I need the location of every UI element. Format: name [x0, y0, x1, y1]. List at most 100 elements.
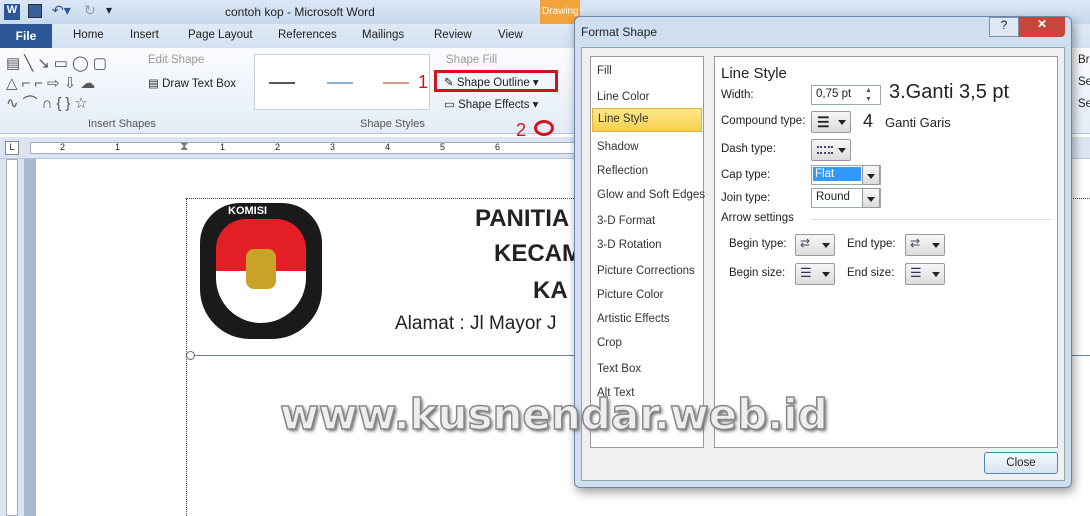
nav-glow[interactable]: Glow and Soft Edges — [597, 189, 705, 201]
garuda-emblem — [246, 249, 276, 289]
cap-type-select[interactable]: Flat — [811, 165, 881, 185]
end-size-label: End size: — [847, 267, 895, 279]
dash-type-dropdown[interactable] — [811, 139, 851, 161]
nav-line-style[interactable]: Line Style — [592, 108, 702, 132]
join-type-label: Join type: — [721, 192, 771, 204]
shape-fill-button[interactable]: Shape Fill — [446, 54, 497, 66]
compound-type-dropdown[interactable]: ☰ — [811, 111, 851, 133]
dash-type-label: Dash type: — [721, 143, 776, 155]
begin-size-dropdown[interactable]: ☰ — [795, 263, 835, 285]
compound-line-icon: ☰ — [817, 114, 830, 130]
join-type-select[interactable]: Round — [811, 188, 881, 208]
text-box-icon: ▤ — [148, 78, 163, 90]
dash-icon — [817, 146, 833, 154]
pencil-icon: ✎ — [444, 77, 457, 89]
ruler-label: 6 — [495, 142, 501, 152]
close-button[interactable]: Close — [984, 452, 1058, 474]
nav-line-color[interactable]: Line Color — [597, 91, 649, 103]
logo-text-top: KOMISI — [228, 205, 268, 217]
cap-type-label: Cap type: — [721, 169, 771, 181]
end-type-dropdown[interactable]: ⇄ — [905, 234, 945, 256]
begin-type-dropdown[interactable]: ⇄ — [795, 234, 835, 256]
watermark: www.kusnendar.web.id — [279, 389, 828, 440]
shape-effects-label: Shape Effects — [458, 99, 530, 111]
annotation-step-3: 3.Ganti 3,5 pt — [889, 81, 1010, 103]
width-spinner[interactable]: ▲ ▼ — [865, 86, 872, 104]
nav-3d-rotation[interactable]: 3-D Rotation — [597, 239, 662, 251]
shape-styles-group-label: Shape Styles — [360, 118, 425, 130]
ruler-label: 2 — [60, 142, 66, 152]
ruler-label: 2 — [275, 142, 281, 152]
annotation-step-4-number: 4 — [863, 111, 874, 131]
arrow-settings-heading: Arrow settings — [721, 212, 794, 224]
nav-fill[interactable]: Fill — [597, 65, 612, 77]
ruler-label: 1 — [220, 142, 226, 152]
nav-picture-color[interactable]: Picture Color — [597, 289, 663, 301]
size-icon: ☰ — [800, 265, 812, 280]
tab-view[interactable]: View — [498, 29, 523, 41]
close-icon: ✕ — [1036, 17, 1048, 31]
draw-text-box-label: Draw Text Box — [162, 78, 236, 90]
shape-outline-label: Shape Outline — [456, 77, 530, 89]
width-label: Width: — [721, 89, 754, 101]
doc-line-3: KA — [533, 277, 568, 304]
doc-line-1: PANITIA — [475, 205, 570, 232]
nav-shadow[interactable]: Shadow — [597, 141, 639, 153]
ruler-label: 1 — [115, 142, 121, 152]
tab-mailings[interactable]: Mailings — [362, 29, 404, 41]
doc-line-2: KECAM — [494, 240, 574, 267]
begin-type-label: Begin type: — [729, 238, 787, 250]
vertical-ruler[interactable] — [0, 159, 24, 516]
size-icon: ☰ — [910, 265, 922, 280]
help-button[interactable]: ? — [989, 17, 1019, 37]
undo-icon[interactable]: ↶▾ — [52, 2, 71, 19]
nav-reflection[interactable]: Reflection — [597, 165, 648, 177]
ribbon-partial-item[interactable]: Se — [1078, 98, 1090, 110]
close-x-button[interactable]: ✕ — [1019, 17, 1065, 37]
cap-type-value: Flat — [813, 167, 861, 181]
ribbon-partial-item[interactable]: Br — [1078, 54, 1090, 66]
indent-marker[interactable]: ⧗ — [180, 139, 188, 154]
redo-icon[interactable]: ↻ — [84, 2, 96, 19]
panel-heading: Line Style — [721, 65, 787, 82]
arrow-icon: ⇄ — [800, 236, 811, 250]
save-icon[interactable] — [28, 4, 42, 18]
ruler-label: 5 — [440, 142, 446, 152]
nav-crop[interactable]: Crop — [597, 337, 622, 349]
tab-review[interactable]: Review — [434, 29, 472, 41]
ribbon-partial-item[interactable]: Se — [1078, 76, 1090, 88]
ruler-label: 4 — [385, 142, 391, 152]
nav-text-box[interactable]: Text Box — [597, 363, 641, 375]
tab-file[interactable]: File — [0, 24, 52, 48]
edit-shape-button[interactable]: Edit Shape — [148, 54, 204, 66]
word-icon: W — [4, 4, 20, 20]
tab-page-layout[interactable]: Page Layout — [188, 29, 253, 41]
kpu-logo: KOMISI — [200, 203, 322, 339]
end-type-label: End type: — [847, 238, 896, 250]
nav-3d-format[interactable]: 3-D Format — [597, 215, 655, 227]
shape-styles-gallery[interactable] — [254, 54, 430, 110]
effects-icon: ▭ — [444, 99, 459, 111]
shapes-gallery[interactable]: ▤╲↘▭◯▢ △⌐⌐⇨⇩☁ ∿⌒∩{}☆ — [6, 54, 136, 114]
nav-artistic-effects[interactable]: Artistic Effects — [597, 313, 670, 325]
shape-outline-button[interactable]: ✎ Shape Outline ▾ — [444, 75, 539, 89]
arrow-icon: ⇄ — [910, 236, 921, 250]
annotation-step-4-text: Ganti Garis — [885, 115, 951, 130]
doc-address: Alamat : Jl Mayor J — [395, 313, 557, 334]
dialog-launcher-button[interactable] — [534, 120, 554, 136]
nav-picture-corrections[interactable]: Picture Corrections — [597, 265, 695, 277]
draw-text-box-button[interactable]: ▤ Draw Text Box — [148, 76, 236, 90]
customize-toolbar-icon[interactable]: ▾ — [106, 3, 112, 17]
dialog-title: Format Shape — [581, 25, 658, 39]
ruler-label: 3 — [330, 142, 336, 152]
tab-selector[interactable]: L — [5, 141, 19, 155]
annotation-step-1: 1 — [418, 72, 429, 92]
join-type-value: Round — [816, 191, 850, 203]
shape-handle[interactable] — [186, 351, 195, 360]
tab-references[interactable]: References — [278, 29, 337, 41]
end-size-dropdown[interactable]: ☰ — [905, 263, 945, 285]
tab-home[interactable]: Home — [73, 29, 104, 41]
begin-size-label: Begin size: — [729, 267, 786, 279]
shape-effects-button[interactable]: ▭ Shape Effects ▾ — [444, 97, 538, 111]
tab-insert[interactable]: Insert — [130, 29, 159, 41]
